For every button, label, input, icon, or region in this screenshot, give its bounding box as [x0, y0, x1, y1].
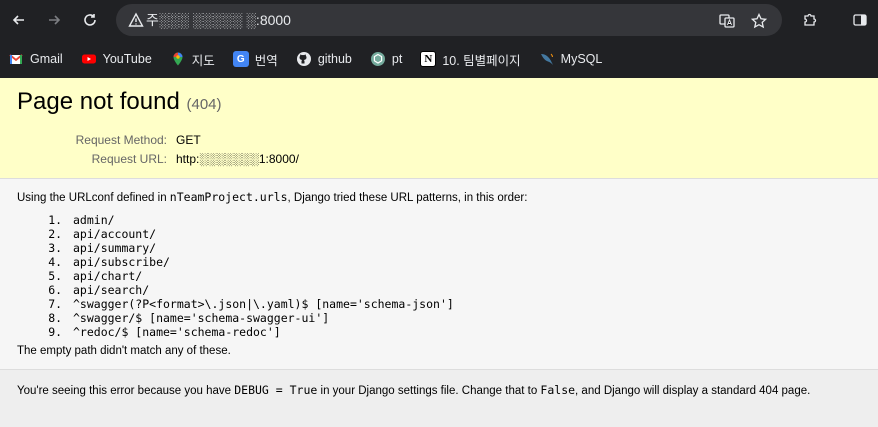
bookmark-mysql[interactable]: MySQL — [539, 47, 603, 71]
star-icon — [751, 13, 767, 29]
url-pattern-item: ^swagger/$ [name='schema-swagger-ui'] — [69, 311, 861, 325]
bookmark-star-button[interactable] — [750, 12, 768, 30]
chatgpt-icon — [370, 51, 386, 67]
url-pattern-item: api/account/ — [69, 227, 861, 241]
bookmark-github[interactable]: github — [296, 47, 352, 71]
reload-icon — [84, 14, 96, 26]
explanation-part1: You're seeing this error because you hav… — [17, 385, 235, 397]
no-match-message: The empty path didn't match any of these… — [17, 345, 231, 357]
url-pattern-item: ^swagger(?P<format>\.json|\.yaml)$ [name… — [69, 297, 861, 311]
bookmarks-bar: Gmail YouTube 지도 G 번역 github pt N 10. 팀별… — [0, 40, 878, 78]
url-pattern-item: api/chart/ — [69, 269, 861, 283]
forward-button[interactable] — [42, 8, 66, 32]
address-bar[interactable]: 주░░░ ░░░░░ ░:8000 — [116, 4, 782, 36]
page-title-text: Page not found — [17, 88, 180, 115]
bookmark-translate[interactable]: G 번역 — [232, 47, 278, 71]
request-url-value: http:░░░░░░░1:8000/ — [176, 152, 299, 166]
error-summary: Page not found (404) Request Method: GET… — [0, 78, 878, 179]
bookmark-label: Gmail — [30, 52, 63, 66]
intro-suffix: , Django tried these URL patterns, in th… — [287, 192, 528, 204]
bookmark-gmail[interactable]: Gmail — [8, 47, 63, 71]
request-url-row: Request URL: http:░░░░░░░1:8000/ — [17, 150, 299, 169]
github-icon — [296, 51, 312, 67]
maps-icon — [170, 51, 186, 67]
explanation-part3: , and Django will display a standard 404… — [575, 385, 811, 397]
explanation-part2: in your Django settings file. Change tha… — [317, 385, 541, 397]
debug-setting-code: DEBUG = True — [234, 383, 318, 397]
mysql-icon — [539, 51, 555, 67]
gmail-icon — [8, 51, 24, 67]
back-button[interactable] — [7, 8, 31, 32]
arrow-left-icon — [12, 15, 24, 25]
bookmark-label: github — [317, 52, 352, 66]
bookmark-label: 10. 팀별페이지 — [442, 53, 521, 68]
request-method-value: GET — [176, 133, 201, 147]
url-patterns-list: admin/ api/account/ api/summary/ api/sub… — [69, 213, 861, 339]
debug-explanation: You're seeing this error because you hav… — [0, 370, 878, 427]
bookmark-pt[interactable]: pt — [370, 47, 402, 71]
debug-explanation-text: You're seeing this error because you hav… — [17, 382, 861, 399]
puzzle-icon — [804, 13, 817, 26]
translate-page-button[interactable] — [718, 12, 736, 30]
page-title: Page not found (404) — [17, 88, 861, 119]
extensions-button[interactable] — [798, 8, 822, 32]
url-pattern-item: api/search/ — [69, 283, 861, 297]
bookmark-label: 번역 — [254, 53, 278, 68]
request-info-table: Request Method: GET Request URL: http:░░… — [17, 131, 299, 169]
reload-button[interactable] — [78, 8, 102, 32]
urlconf-intro: Using the URLconf defined in nTeamProjec… — [17, 189, 861, 207]
urlconf-module: nTeamProject.urls — [169, 190, 288, 204]
youtube-icon — [81, 51, 97, 67]
request-url-label: Request URL: — [91, 152, 167, 166]
bookmark-label: pt — [391, 52, 403, 66]
url-pattern-item: api/summary/ — [69, 241, 861, 255]
browser-chrome: 주░░░ ░░░░░ ░:8000 Gmail YouTube 지도 G 번역 … — [0, 0, 878, 78]
browser-toolbar: 주░░░ ░░░░░ ░:8000 — [0, 0, 878, 40]
translate-icon: G — [232, 51, 249, 67]
bookmark-label: YouTube — [102, 52, 152, 66]
side-panel-button[interactable] — [848, 8, 872, 32]
url-pattern-item: ^redoc/$ [name='schema-redoc'] — [69, 325, 861, 339]
intro-prefix: Using the URLconf defined in — [17, 192, 170, 204]
bookmark-label: MySQL — [560, 52, 603, 66]
not-secure-warning-icon[interactable] — [128, 12, 144, 28]
status-code: (404) — [186, 96, 222, 113]
urlconf-info: Using the URLconf defined in nTeamProjec… — [0, 179, 878, 370]
side-panel-icon — [853, 14, 867, 26]
request-method-label: Request Method: — [75, 133, 167, 147]
bookmark-maps[interactable]: 지도 — [170, 47, 215, 71]
false-value-code: False — [540, 383, 576, 397]
translate-icon — [719, 14, 735, 28]
url-pattern-item: admin/ — [69, 213, 861, 227]
bookmark-notion[interactable]: N 10. 팀별페이지 — [420, 47, 521, 71]
arrow-right-icon — [49, 15, 61, 25]
address-url[interactable]: 주░░░ ░░░░░ ░:8000 — [146, 12, 291, 28]
notion-icon: N — [420, 51, 437, 67]
request-method-row: Request Method: GET — [17, 131, 299, 150]
bookmark-youtube[interactable]: YouTube — [81, 47, 152, 71]
url-pattern-item: api/subscribe/ — [69, 255, 861, 269]
bookmark-label: 지도 — [191, 53, 215, 68]
